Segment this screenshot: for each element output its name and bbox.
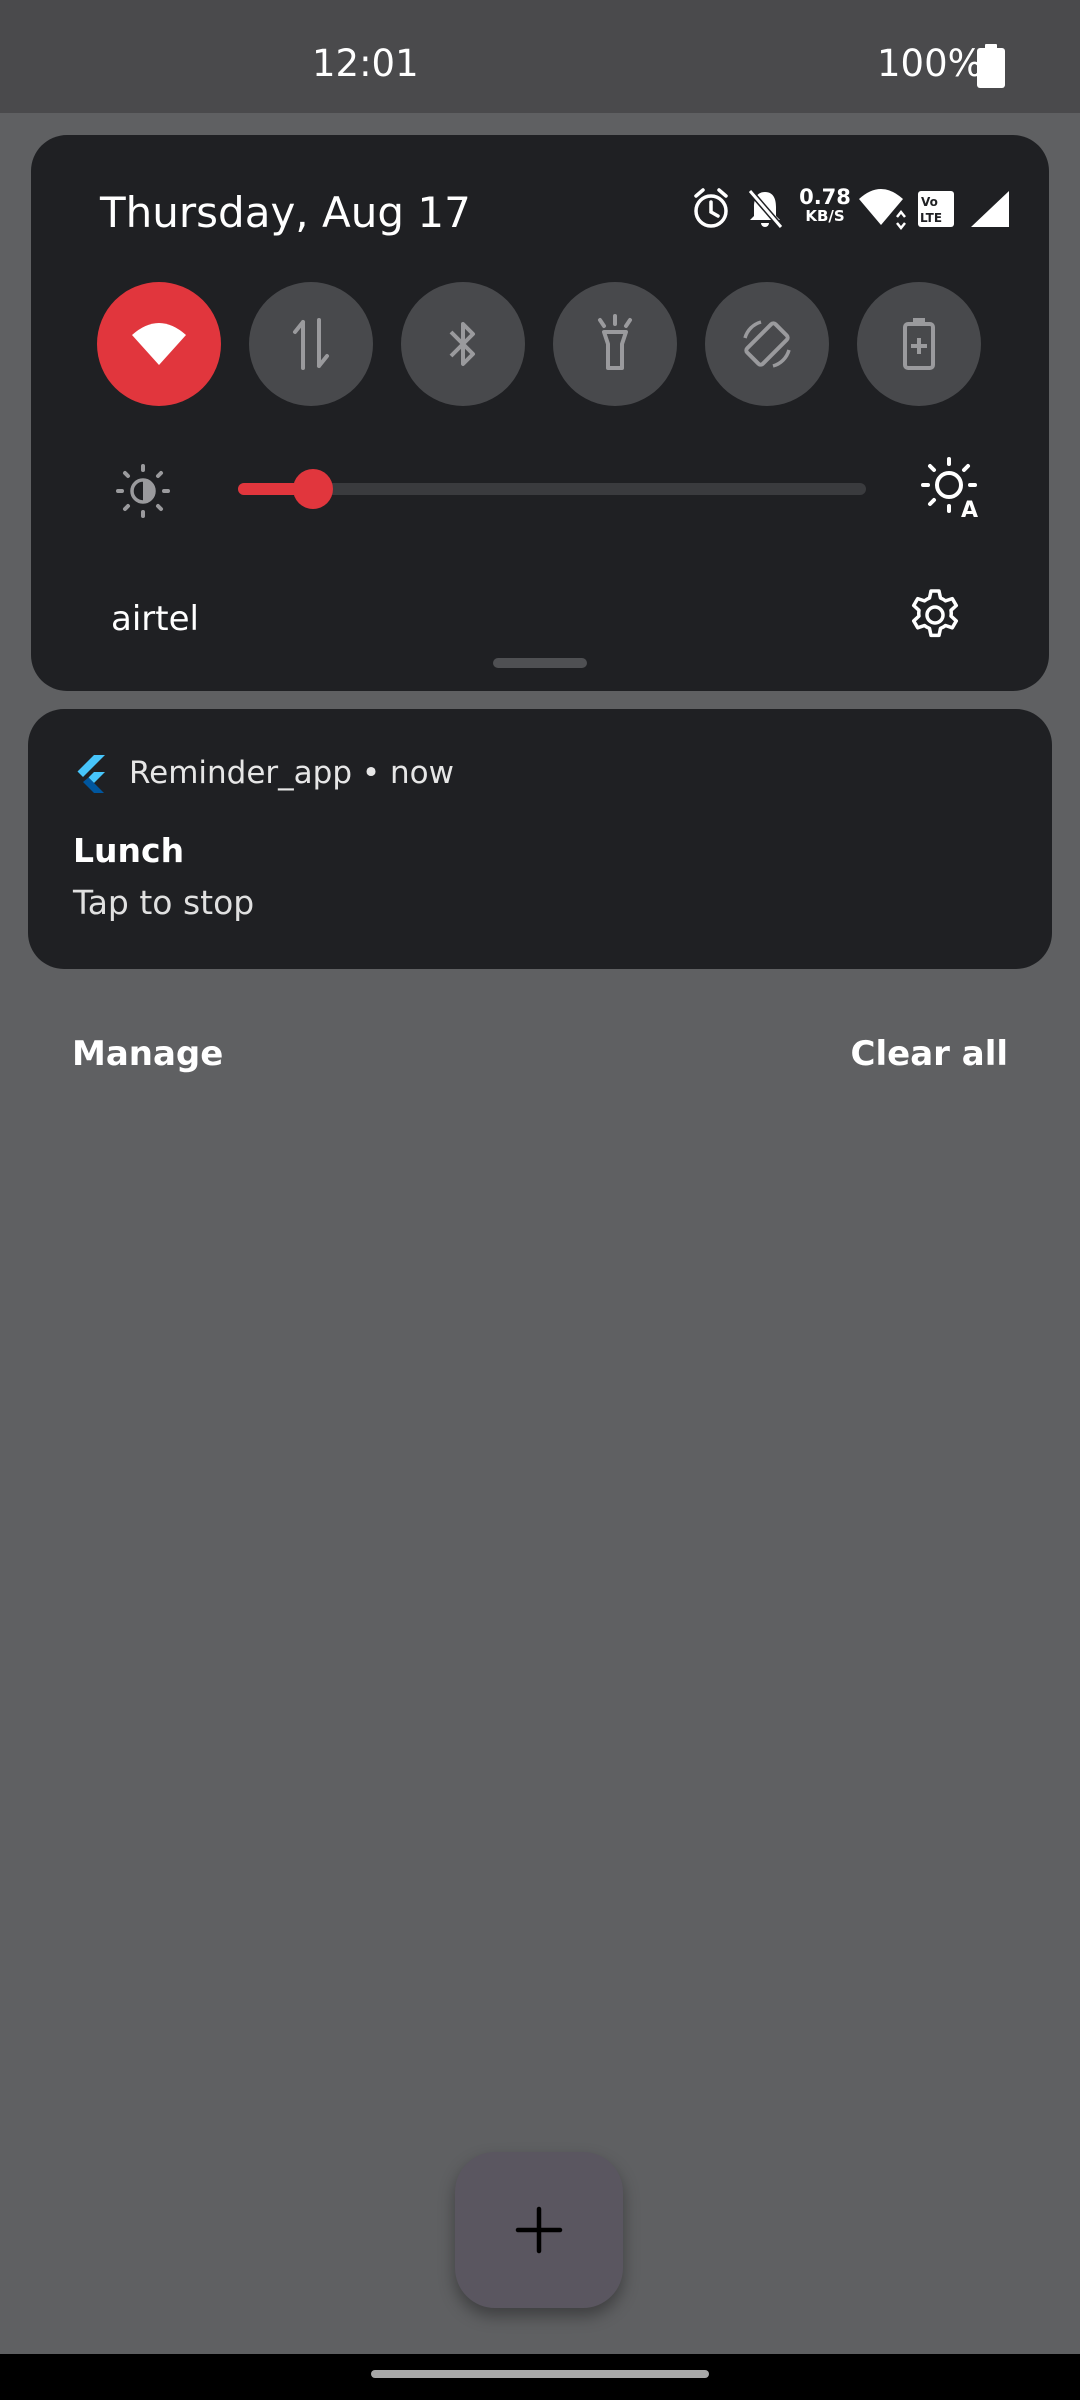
notification-time: now	[390, 755, 454, 791]
tile-auto-rotate[interactable]	[705, 282, 829, 406]
tile-bluetooth[interactable]	[401, 282, 525, 406]
wifi-signal-icon	[859, 189, 906, 231]
network-speed-unit: KB/S	[805, 207, 845, 225]
manage-button[interactable]: Manage	[72, 1034, 223, 1074]
mobile-data-icon	[293, 318, 329, 370]
carrier-name: airtel	[111, 599, 199, 639]
brightness-slider-thumb[interactable]	[293, 469, 334, 509]
add-fab-button[interactable]	[455, 2152, 623, 2308]
settings-gear-icon[interactable]	[907, 587, 963, 643]
tile-flashlight[interactable]	[553, 282, 677, 406]
qs-drag-handle[interactable]	[493, 658, 587, 668]
notification-card[interactable]: Reminder_app • now Lunch Tap to stop	[28, 709, 1052, 969]
cellular-signal-icon	[971, 191, 1009, 227]
clear-all-button[interactable]: Clear all	[851, 1034, 1008, 1074]
notification-header: Reminder_app • now	[129, 755, 454, 791]
navigation-bar	[0, 2354, 1080, 2400]
gesture-nav-handle[interactable]	[371, 2370, 709, 2378]
brightness-low-icon	[116, 464, 170, 518]
status-time: 12:01	[312, 42, 419, 85]
battery-saver-icon	[903, 318, 935, 370]
network-speed-value: 0.78	[799, 185, 851, 209]
plus-icon	[515, 2206, 563, 2254]
flashlight-icon	[598, 314, 632, 370]
tile-wifi[interactable]	[97, 282, 221, 406]
qs-date[interactable]: Thursday, Aug 17	[100, 188, 471, 237]
svg-text:LTE: LTE	[920, 211, 942, 225]
notification-separator: •	[361, 755, 391, 791]
bluetooth-icon	[449, 322, 475, 366]
wifi-icon	[132, 323, 186, 365]
notification-title: Lunch	[73, 831, 185, 870]
battery-icon	[977, 44, 1005, 88]
notification-text: Tap to stop	[73, 883, 255, 922]
svg-text:A: A	[961, 498, 978, 519]
tile-battery-saver[interactable]	[857, 282, 981, 406]
alarm-icon	[694, 188, 728, 228]
flutter-app-icon	[77, 755, 105, 793]
notification-app-name: Reminder_app	[129, 755, 353, 791]
svg-text:Vo: Vo	[921, 195, 938, 209]
auto-brightness-icon[interactable]: A	[919, 455, 983, 519]
auto-rotate-icon	[743, 320, 791, 368]
status-bar: 12:01 100%	[0, 0, 1080, 113]
battery-percent: 100%	[877, 42, 983, 85]
brightness-slider[interactable]	[238, 469, 866, 509]
network-speed: 0.78 KB/S	[799, 187, 851, 224]
notifications-off-icon	[747, 189, 784, 229]
quick-settings-panel: Thursday, Aug 17 0.78 KB/S Vo LTE A airt…	[31, 135, 1049, 691]
tile-mobile-data[interactable]	[249, 282, 373, 406]
volte-icon: Vo LTE	[918, 191, 954, 227]
